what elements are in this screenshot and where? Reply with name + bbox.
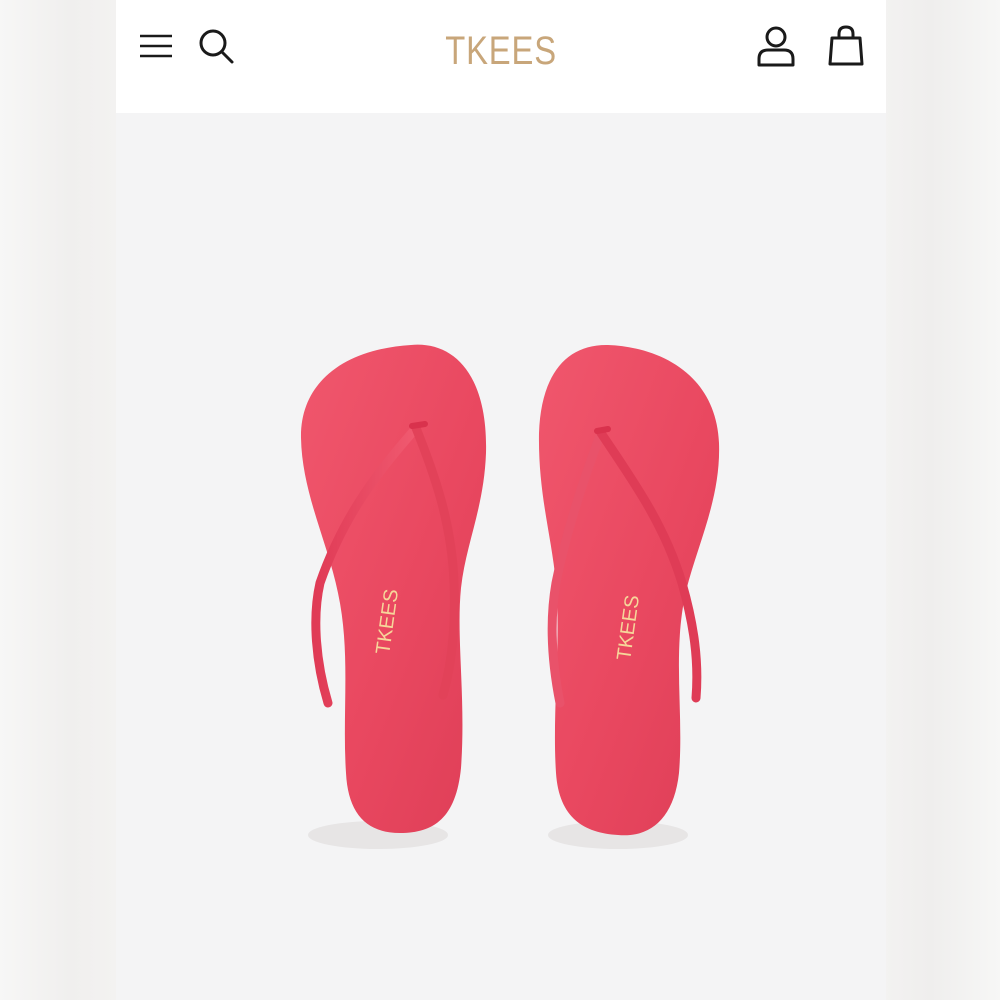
product-image-area: TKEES TKEES [116,113,886,1000]
cart-button[interactable] [822,22,870,70]
menu-icon [140,34,172,58]
brand-logo-text: TKEES [445,29,557,73]
shopping-bag-icon [828,25,864,66]
mobile-page: TKEES TKEES TKEES [116,0,886,1000]
menu-button[interactable] [132,22,180,70]
search-button[interactable] [192,22,240,70]
account-button[interactable] [752,22,800,70]
site-header: TKEES [116,0,886,113]
right-backdrop [884,0,1000,1000]
right-sandal: TKEES [538,344,720,849]
product-image[interactable]: TKEES TKEES [116,113,886,1000]
left-backdrop [0,0,116,1000]
search-icon [199,29,234,64]
left-sandal: TKEES [300,344,487,849]
account-icon [757,26,795,67]
brand-logo[interactable]: TKEES [436,26,566,76]
